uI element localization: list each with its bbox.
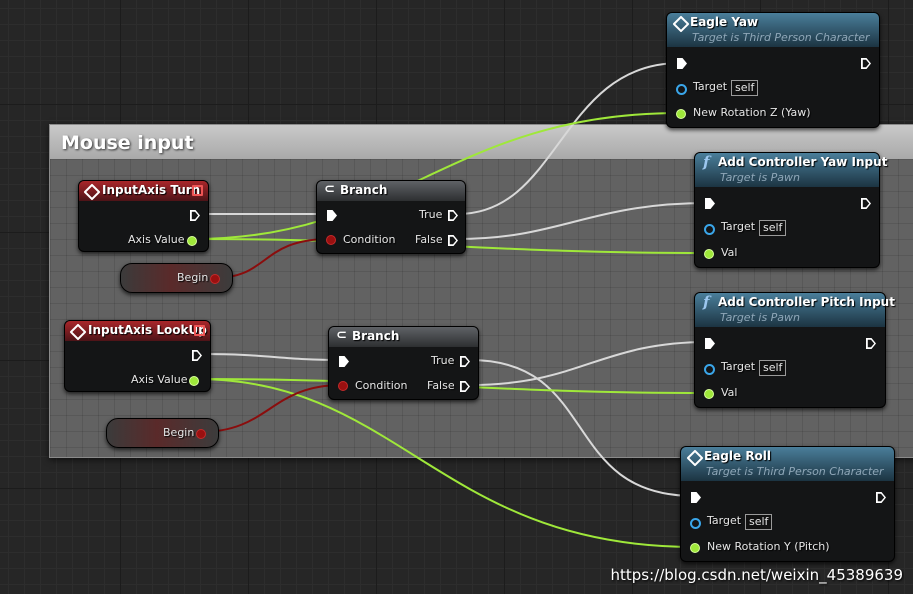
false-label: False [415,233,443,246]
condition-label: Condition [355,379,408,392]
event-delegate-icon [192,185,203,196]
val-pin[interactable] [704,249,714,259]
variable-node-begin-1[interactable]: Begin [120,263,233,293]
node-header: f Add Controller Yaw Input Target is Paw… [695,153,887,187]
axis-value-label: Axis Value [128,233,185,246]
target-label: Target [721,360,756,373]
node-header: Eagle Roll Target is Third Person Charac… [681,447,894,481]
node-eagle-yaw[interactable]: Eagle Yaw Target is Third Person Charact… [666,12,880,128]
node-title: Add Controller Yaw Input [718,155,888,169]
node-add-controller-yaw-input[interactable]: f Add Controller Yaw Input Target is Paw… [694,152,887,268]
node-header: Eagle Yaw Target is Third Person Charact… [667,13,879,47]
node-title: Eagle Yaw [690,15,759,29]
node-eagle-roll[interactable]: Eagle Roll Target is Third Person Charac… [680,446,895,562]
node-branch-1[interactable]: ⊂ Branch True Condition False [316,180,466,254]
val-label: Val [721,386,738,399]
variable-label: Begin [177,271,209,284]
node-header: InputAxis Turn [79,181,208,201]
condition-pin[interactable] [338,381,348,391]
node-add-controller-pitch-input[interactable]: f Add Controller Pitch Input Target is P… [694,292,895,408]
exec-out-pin[interactable] [190,210,200,221]
target-pin[interactable] [704,224,715,235]
param-label: New Rotation Y (Pitch) [707,540,830,553]
function-f-icon: f [703,293,710,311]
val-label: Val [721,246,738,259]
true-exec-pin[interactable] [460,356,470,367]
false-label: False [427,379,455,392]
target-pin[interactable] [704,364,715,375]
begin-output-pin[interactable] [210,274,220,284]
node-inputaxis-lookup[interactable]: InputAxis LookUp Axis Value [64,320,211,392]
branch-icon: ⊂ [336,328,347,343]
node-title: Branch [352,329,400,343]
exec-in-pin[interactable] [705,198,715,209]
target-self-value[interactable]: self [731,80,759,96]
target-pin[interactable] [676,84,687,95]
target-label: Target [693,80,728,93]
node-title: Eagle Roll [704,449,772,463]
param-label: New Rotation Z (Yaw) [693,106,811,119]
node-subtitle: Target is Third Person Character [706,465,884,478]
false-exec-pin[interactable] [460,381,470,392]
diamond-icon [686,449,704,467]
axis-value-pin[interactable] [189,376,199,386]
exec-in-pin[interactable] [705,338,715,349]
true-exec-pin[interactable] [448,210,458,221]
exec-in-pin[interactable] [339,356,349,367]
node-header: ⊂ Branch [317,181,465,201]
node-subtitle: Target is Pawn [720,311,801,324]
axis-value-pin[interactable] [187,236,197,246]
true-label: True [431,354,455,367]
function-f-icon: f [703,153,710,171]
node-header: InputAxis LookUp [65,321,210,341]
node-title: InputAxis LookUp [88,323,207,337]
condition-pin[interactable] [326,235,336,245]
exec-out-pin[interactable] [861,58,871,69]
node-title: InputAxis Turn [102,183,201,197]
variable-node-begin-2[interactable]: Begin [106,418,219,448]
target-label: Target [721,220,756,233]
condition-label: Condition [343,233,396,246]
node-inputaxis-turn[interactable]: InputAxis Turn Axis Value [78,180,209,252]
exec-out-pin[interactable] [876,492,886,503]
axis-value-label: Axis Value [131,373,188,386]
exec-in-pin[interactable] [327,210,337,221]
diamond-icon [672,15,690,33]
variable-label: Begin [163,426,195,439]
target-self-value[interactable]: self [759,220,787,236]
exec-out-pin[interactable] [192,350,202,361]
false-exec-pin[interactable] [448,235,458,246]
diamond-icon [83,183,101,201]
node-header: ⊂ Branch [329,327,478,347]
branch-icon: ⊂ [324,182,335,197]
node-branch-2[interactable]: ⊂ Branch True Condition False [328,326,479,400]
target-self-value[interactable]: self [745,514,773,530]
node-title: Branch [340,183,388,197]
node-header: f Add Controller Pitch Input Target is P… [695,293,895,327]
param-pin[interactable] [676,109,686,119]
event-delegate-icon [194,325,205,336]
begin-output-pin[interactable] [196,429,206,439]
target-pin[interactable] [690,518,701,529]
exec-in-pin[interactable] [677,58,687,69]
exec-out-pin[interactable] [866,338,876,349]
target-label: Target [707,514,742,527]
node-subtitle: Target is Third Person Character [692,31,870,44]
node-subtitle: Target is Pawn [720,171,801,184]
target-self-value[interactable]: self [759,360,787,376]
val-pin[interactable] [704,389,714,399]
watermark-text: https://blog.csdn.net/weixin_45389639 [610,566,903,584]
true-label: True [419,208,443,221]
comment-title: Mouse input [61,132,194,154]
exec-out-pin[interactable] [861,198,871,209]
node-title: Add Controller Pitch Input [718,295,895,309]
diamond-icon [69,323,87,341]
param-pin[interactable] [690,543,700,553]
exec-in-pin[interactable] [691,492,701,503]
